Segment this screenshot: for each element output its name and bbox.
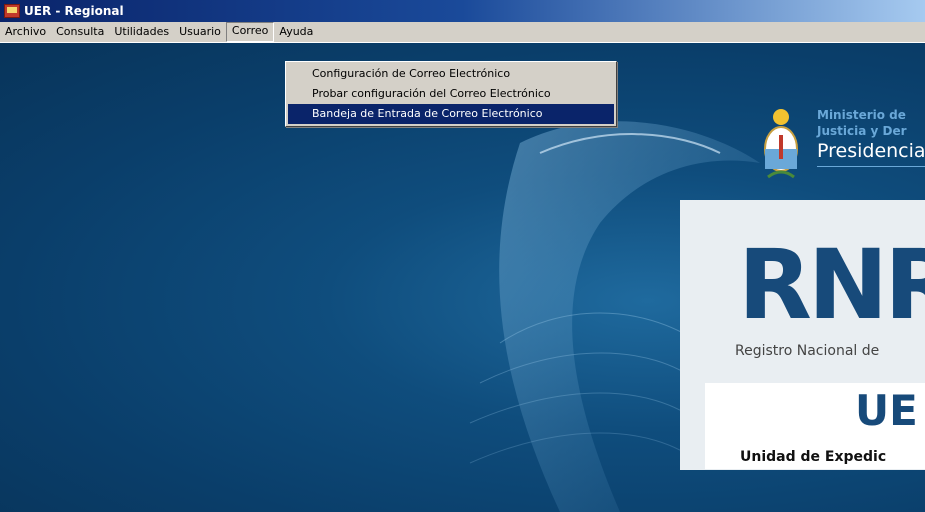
title-bar[interactable]: UER - Regional [0,0,925,22]
menu-consulta[interactable]: Consulta [51,23,109,41]
menu-usuario[interactable]: Usuario [174,23,226,41]
ministry-line-2: Justicia y Der [817,124,907,138]
uer-logo: UE [855,386,918,435]
menu-bar: Archivo Consulta Utilidades Usuario Corr… [0,22,925,43]
coat-of-arms-icon [764,109,798,179]
menu-ayuda[interactable]: Ayuda [274,23,318,41]
menu-correo[interactable]: Correo [225,22,275,42]
uer-subtitle: Unidad de Expedic [740,449,887,465]
menu-item-bandeja-entrada[interactable]: Bandeja de Entrada de Correo Electrónico [288,104,614,124]
ministry-logo: Ministerio de Justicia y Der Presidencia [760,100,925,195]
ministry-divider [817,166,925,167]
menu-archivo[interactable]: Archivo [0,23,51,41]
app-icon[interactable] [4,4,20,18]
correo-dropdown-menu: Configuración de Correo Electrónico Prob… [285,61,617,127]
menu-item-probar-config[interactable]: Probar configuración del Correo Electrón… [288,84,614,104]
rnp-logo: RNR [738,229,925,341]
ministry-line-3: Presidencia [817,140,925,162]
window-title: UER - Regional [24,4,124,18]
rnp-subtitle: Registro Nacional de [735,343,880,359]
ministry-line-1: Ministerio de [817,108,906,122]
menu-item-config-correo[interactable]: Configuración de Correo Electrónico [288,64,614,84]
menu-utilidades[interactable]: Utilidades [109,23,174,41]
